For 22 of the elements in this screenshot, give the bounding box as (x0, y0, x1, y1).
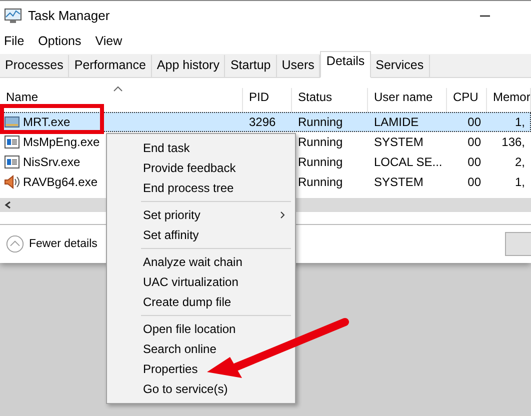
table-cell: 3296 (249, 115, 276, 129)
table-cell: NisSrv.exe (23, 155, 80, 169)
table-cell: SYSTEM (374, 175, 424, 189)
table-cell: Running (298, 175, 343, 189)
table-cell: LAMIDE (374, 115, 419, 129)
table-cell: 00 (468, 135, 481, 149)
table-cell: 136, (502, 135, 525, 149)
window-title: Task Manager (28, 8, 110, 23)
table-cell: 1, (514, 115, 525, 129)
table-cell: MRT.exe (23, 115, 70, 129)
table-cell: MsMpEng.exe (23, 135, 100, 149)
table-cell: Running (298, 115, 343, 129)
table-cell: 2, (514, 155, 525, 169)
table-cell: 00 (468, 115, 481, 129)
table-cell: RAVBg64.exe (23, 175, 98, 189)
table-cell: Running (298, 135, 343, 149)
table-cell: Running (298, 155, 343, 169)
table-cell: 1, (514, 175, 525, 189)
table-cell: 00 (468, 175, 481, 189)
table-cell: 00 (468, 155, 481, 169)
table-cell: SYSTEM (374, 135, 424, 149)
table-cell: LOCAL SE... (374, 155, 442, 169)
